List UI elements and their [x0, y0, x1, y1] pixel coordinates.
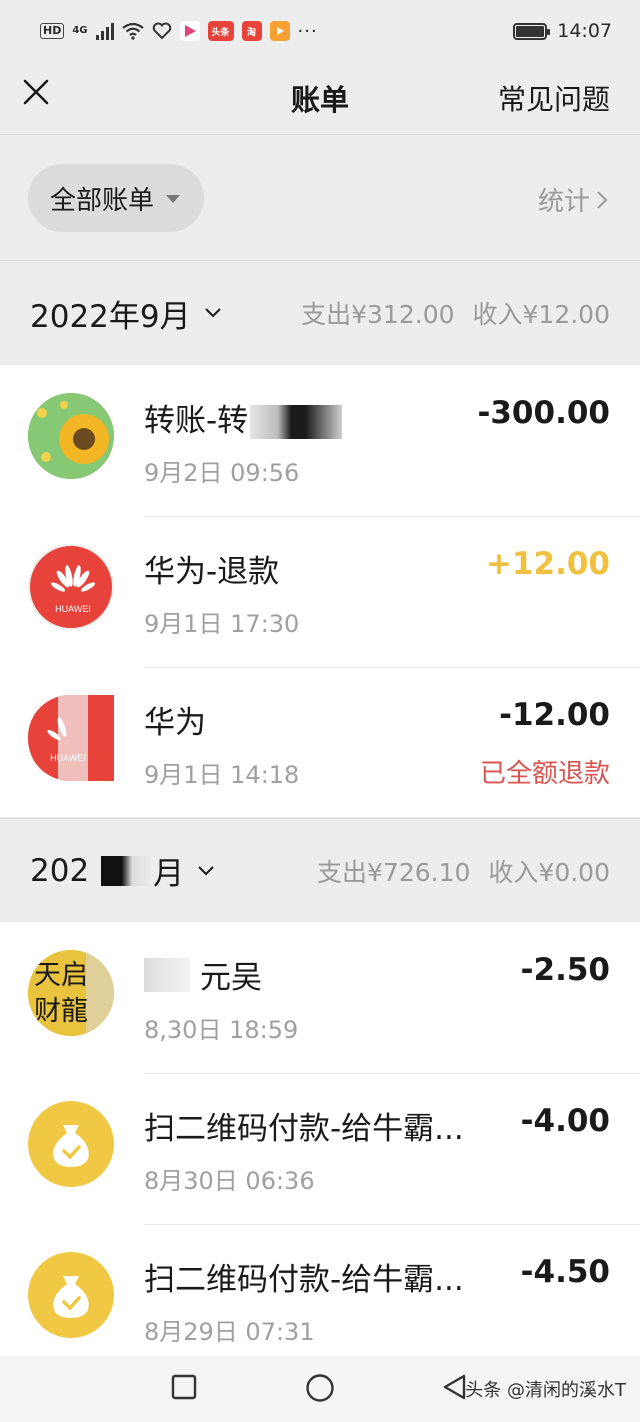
chevron-right-icon — [597, 190, 608, 209]
battery-icon — [513, 22, 551, 40]
transaction-time: 9月1日 14:18 — [144, 761, 300, 789]
store-avatar: 天启财龍 — [28, 950, 114, 1036]
video-app-icon — [179, 21, 200, 41]
month-label: 202 — [30, 852, 90, 889]
transaction-time: 8,30日 18:59 — [144, 1016, 299, 1044]
heart-icon — [152, 22, 171, 40]
refund-status: 已全额退款 — [479, 759, 610, 789]
month-selector[interactable]: 202 月 — [30, 848, 216, 893]
status-bar: HD 4G 头条 淘 ··· 14:07 — [0, 0, 640, 62]
month-selector[interactable]: 2022年9月 — [30, 291, 223, 336]
transaction-amount: -4.00 — [520, 1103, 610, 1139]
filter-label: 全部账单 — [50, 185, 155, 216]
transaction-amount: -300.00 — [477, 395, 611, 431]
player-app-icon — [269, 21, 290, 41]
transaction-list: 转账-转 9月2日 09:56 -300.00 HUAWEI 华为-退款 9月1… — [0, 365, 640, 817]
transaction-time: 9月1日 17:30 — [144, 610, 300, 638]
transaction-row[interactable]: HUAWEI 华为 9月1日 14:18 -12.00 已全额退款 — [0, 667, 640, 818]
transaction-row[interactable]: 转账-转 9月2日 09:56 -300.00 — [0, 365, 640, 516]
toutiao-app-icon: 头条 — [207, 21, 234, 41]
redacted-name — [250, 405, 342, 439]
transaction-title: 华为-退款 — [144, 554, 280, 590]
money-bag-icon — [28, 1101, 114, 1187]
status-left: HD 4G 头条 淘 ··· — [40, 21, 318, 42]
huawei-logo: HUAWEI — [28, 695, 114, 781]
month-expense: 支出¥312.00 — [301, 300, 455, 329]
transaction-row[interactable]: HUAWEI 华为-退款 9月1日 17:30 +12.00 — [0, 516, 640, 667]
close-icon[interactable] — [20, 76, 52, 108]
more-notifications-icon: ··· — [297, 20, 318, 42]
month-income: 收入¥12.00 — [472, 300, 610, 329]
month-header: 202 月 支出¥726.10 收入¥0.00 — [0, 818, 640, 922]
page-title: 账单 — [290, 83, 349, 117]
transaction-title: 扫二维码付款-给牛霸... — [144, 1111, 464, 1147]
statistics-link[interactable]: 统计 — [538, 181, 608, 218]
transaction-amount: +12.00 — [485, 546, 610, 582]
sunflower-avatar — [28, 393, 114, 479]
transaction-amount: -12.00 — [499, 697, 610, 733]
month-expense: 支出¥726.10 — [317, 857, 471, 887]
system-nav-bar: 头条 @清闲的溪水T — [0, 1356, 640, 1422]
transaction-title: 扫二维码付款-给牛霸... — [144, 1262, 464, 1298]
nav-bar: 账单 常见问题 — [0, 62, 640, 134]
transaction-time: 9月2日 09:56 — [144, 459, 300, 487]
huawei-wordmark: HUAWEI — [55, 604, 91, 614]
taobao-app-icon: 淘 — [241, 21, 262, 41]
status-right: 14:07 — [513, 20, 612, 42]
network-type: 4G — [72, 25, 88, 36]
transaction-title: 华为 — [144, 705, 206, 741]
dropdown-triangle-icon — [166, 195, 181, 203]
month-header: 2022年9月 支出¥312.00 收入¥12.00 — [0, 261, 640, 365]
month-income: 收入¥0.00 — [488, 857, 610, 887]
month-summary: 支出¥726.10 收入¥0.00 — [317, 853, 610, 889]
faq-link[interactable]: 常见问题 — [498, 78, 610, 118]
redacted-month — [101, 855, 154, 886]
wifi-icon — [121, 22, 144, 40]
recent-apps-icon[interactable] — [170, 1373, 198, 1401]
signal-icon — [95, 22, 114, 40]
transaction-row[interactable]: 扫二维码付款-给牛霸... 8月30日 06:36 -4.00 — [0, 1073, 640, 1224]
huawei-wordmark: HUAWEI — [50, 753, 86, 763]
transaction-amount: -2.50 — [520, 952, 610, 988]
redacted-text — [144, 958, 190, 992]
month-label-suffix: 月 — [153, 856, 185, 892]
huawei-logo: HUAWEI — [28, 544, 114, 630]
watermark: 头条 @清闲的溪水T — [465, 1380, 626, 1401]
transaction-list: 天启财龍 元吴 8,30日 18:59 -2.50 扫二维码付款-给牛霸... … — [0, 922, 640, 1356]
transaction-time: 8月30日 06:36 — [144, 1167, 315, 1195]
month-label: 2022年9月 — [30, 298, 191, 335]
transaction-time: 8月29日 07:31 — [144, 1318, 315, 1346]
store-avatar-text: 天启财龍 — [34, 960, 88, 1027]
home-icon[interactable] — [304, 1373, 336, 1405]
chevron-down-icon — [204, 308, 221, 318]
month-summary: 支出¥312.00 收入¥12.00 — [301, 295, 610, 331]
money-bag-icon — [28, 1252, 114, 1338]
transaction-amount: -4.50 — [520, 1254, 610, 1290]
transaction-title: 转账-转 — [144, 403, 249, 439]
filter-row: 全部账单 统计 — [0, 135, 640, 261]
transaction-row[interactable]: 扫二维码付款-给牛霸... 8月29日 07:31 -4.50 — [0, 1224, 640, 1375]
transaction-title: 元吴 — [200, 960, 262, 996]
clock: 14:07 — [557, 20, 612, 42]
hd-indicator: HD — [40, 23, 65, 39]
statistics-label: 统计 — [537, 187, 590, 217]
chevron-down-icon — [198, 865, 214, 875]
transaction-row[interactable]: 天启财龍 元吴 8,30日 18:59 -2.50 — [0, 922, 640, 1073]
bill-filter-dropdown[interactable]: 全部账单 — [28, 164, 204, 232]
